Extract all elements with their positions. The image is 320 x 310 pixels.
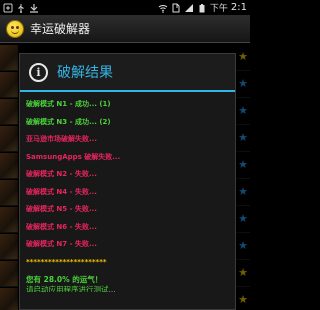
dialog-header: i 破解结果 — [20, 54, 235, 92]
signal-icon — [184, 3, 193, 12]
separator-line: ********************** — [26, 257, 107, 266]
notification-icon — [3, 3, 13, 12]
status-am-pm: 下午 — [209, 4, 228, 14]
result-line-fail: 破解模式 N2 - 失败... — [26, 170, 97, 178]
status-bar-right: 下午 2:1 — [158, 1, 247, 14]
luck-suffix: 的运气！ — [69, 275, 103, 284]
dialog-title: 破解结果 — [57, 65, 113, 81]
luck-percentage: 28.0% — [43, 275, 70, 284]
dialog-body: 破解模式 N1 - 成功... (1) 破解模式 N3 - 成功... (2) … — [20, 92, 235, 292]
result-line-fail: 破解模式 N4 - 失败... — [26, 187, 97, 196]
action-bar: 幸运破解器 — [0, 15, 250, 43]
luck-summary: 您有 28.0% 的运气！ — [26, 275, 235, 285]
result-line-fail: 破解模式 N6 - 失败... — [26, 222, 97, 231]
luck-prefix: 您有 — [26, 275, 44, 284]
result-line-fail: SamsungApps 破解失败... — [26, 152, 121, 161]
battery-icon — [199, 3, 205, 12]
app-title: 幸运破解器 — [30, 22, 91, 36]
status-bar: 下午 2:1 — [0, 0, 250, 15]
result-line-success: 破解模式 N1 - 成功... (1) — [26, 100, 111, 108]
result-line-success: 破解模式 N3 - 成功... (2) — [26, 117, 111, 126]
usb-icon — [18, 3, 24, 13]
sim-icon — [172, 3, 180, 12]
result-dialog: i 破解结果 破解模式 N1 - 成功... (1) 破解模式 N3 - 成功.… — [19, 53, 236, 310]
result-line-fail: 破解模式 N5 - 失败... — [26, 205, 97, 213]
info-icon: i — [29, 62, 48, 82]
wifi-icon — [158, 4, 168, 13]
result-line-fail: 亚马逊市场破解失败... — [26, 135, 97, 143]
download-icon — [30, 3, 38, 13]
status-bar-left — [3, 3, 39, 13]
result-line-fail: 破解模式 N7 - 失败... — [26, 240, 97, 248]
test-hint: 请启动应用程序进行测试... — [26, 285, 116, 292]
smiley-logo-icon[interactable] — [6, 19, 24, 38]
status-clock: 2:1 — [230, 2, 247, 13]
